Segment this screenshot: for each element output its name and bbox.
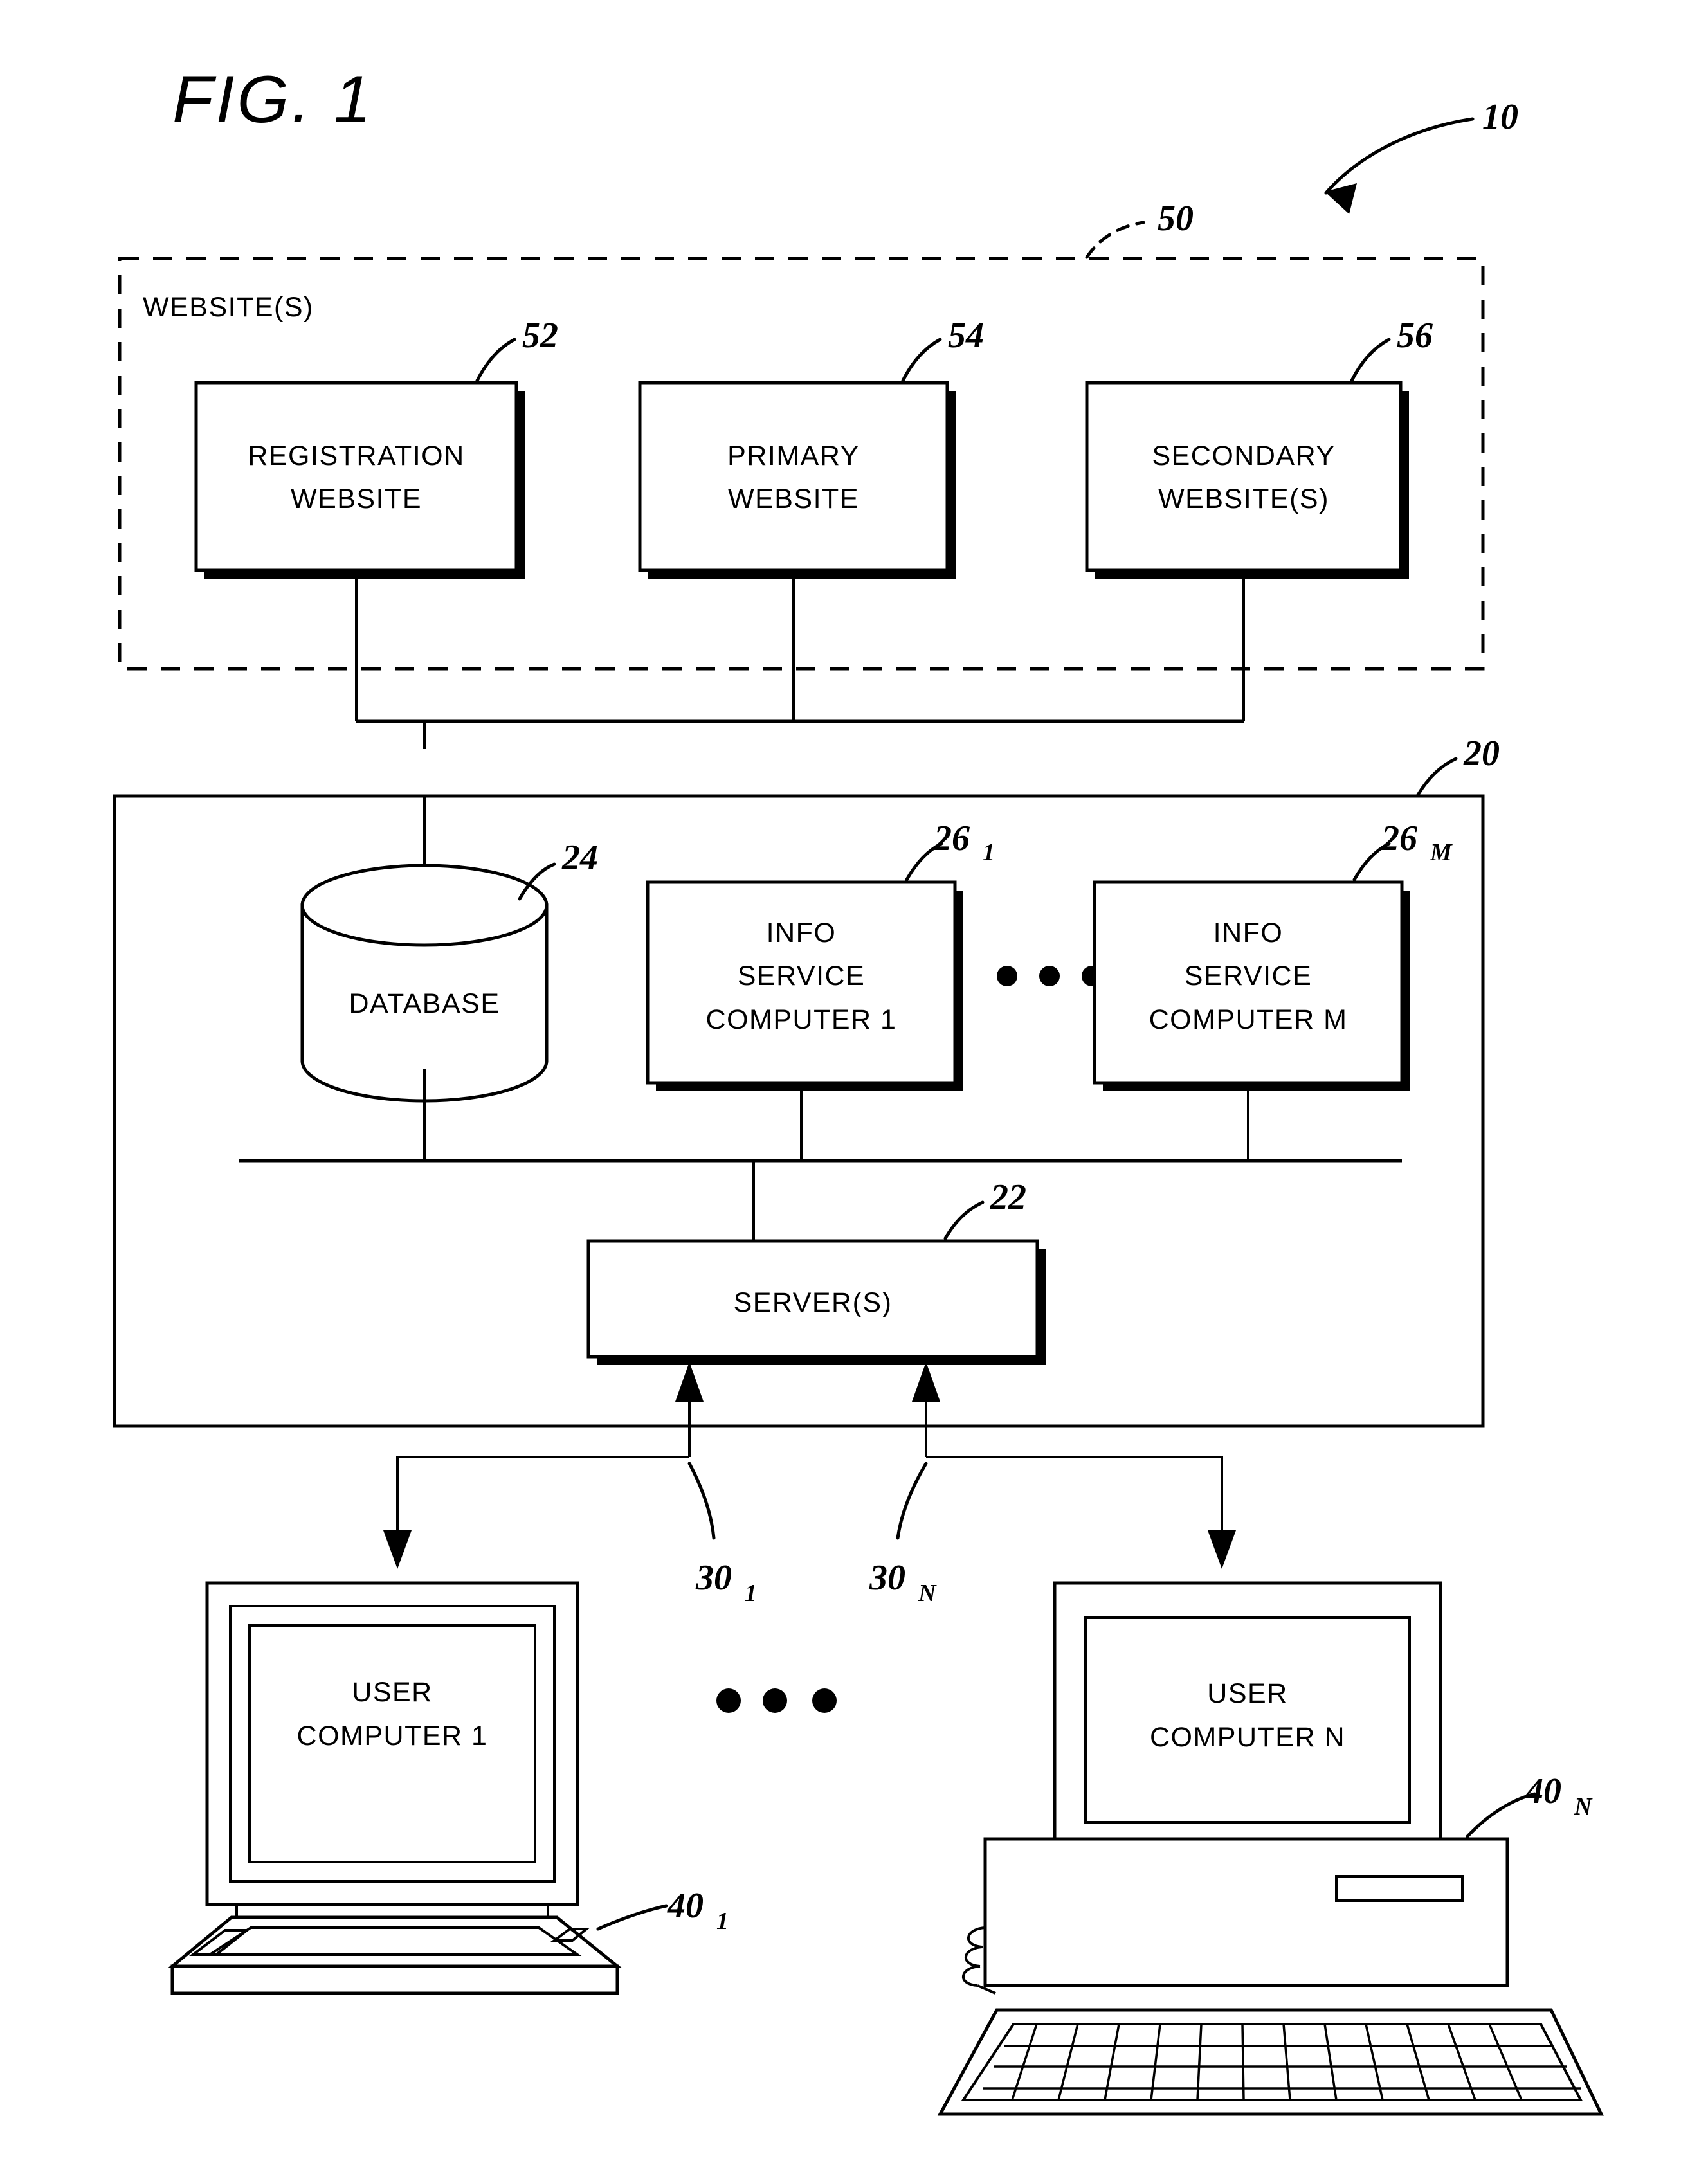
server-box[interactable]: SERVER(S) bbox=[586, 1239, 1046, 1365]
info-service-ellipsis bbox=[997, 966, 1102, 986]
ref-26-1: 26 bbox=[933, 819, 970, 858]
ref-26-m: 26 bbox=[1381, 819, 1417, 858]
system-10-callout: 10 bbox=[1324, 97, 1518, 214]
ref-20: 20 bbox=[1463, 734, 1500, 774]
ref-40-1-callout: 40 1 bbox=[596, 1886, 729, 1935]
ref-40-n-callout: 40 N bbox=[1466, 1771, 1593, 1838]
database-label: DATABASE bbox=[349, 988, 500, 1019]
secondary-website-line1: SECONDARY bbox=[1152, 440, 1335, 471]
server-label: SERVER(S) bbox=[734, 1287, 893, 1318]
user-computer-n-line1: USER bbox=[1207, 1678, 1287, 1709]
system-group-20: 20 DATABASE 24 INFO SERVICE COMPUTER 1 2… bbox=[113, 734, 1500, 1428]
ref-40-1: 40 bbox=[667, 1886, 704, 1926]
primary-website-box[interactable]: PRIMARY WEBSITE bbox=[638, 381, 956, 579]
info-service-m-line3: COMPUTER M bbox=[1149, 1004, 1348, 1035]
info-service-1-line2: SERVICE bbox=[738, 961, 866, 991]
websites-group: WEBSITE(S) 50 REGISTRATION WEBSITE 52 PR… bbox=[118, 199, 1485, 671]
primary-website-line2: WEBSITE bbox=[728, 484, 859, 514]
database-cylinder[interactable]: DATABASE bbox=[300, 864, 549, 1103]
registration-website-line2: WEBSITE bbox=[291, 484, 422, 514]
ref-40-1-subscript: 1 bbox=[716, 1908, 729, 1935]
info-service-computer-1-box[interactable]: INFO SERVICE COMPUTER 1 bbox=[646, 880, 963, 1091]
ref-30-1-subscript: 1 bbox=[745, 1580, 757, 1607]
primary-website-line1: PRIMARY bbox=[727, 440, 860, 471]
patent-figure: FIG. 1 10 WEBSITE(S) 50 REGISTRATION WEB… bbox=[0, 0, 1708, 2163]
ref-56-callout: 56 bbox=[1350, 316, 1433, 383]
user-computer-1-laptop[interactable]: USER COMPUTER 1 40 1 bbox=[168, 1581, 729, 1995]
user-computer-1-line2: COMPUTER 1 bbox=[297, 1721, 488, 1751]
ref-50: 50 bbox=[1158, 199, 1194, 239]
secondary-website-box[interactable]: SECONDARY WEBSITE(S) bbox=[1085, 381, 1409, 579]
info-service-m-line1: INFO bbox=[1213, 918, 1284, 948]
ref-40-n: 40 bbox=[1525, 1771, 1561, 1811]
info-service-1-line1: INFO bbox=[767, 918, 837, 948]
info-service-m-line2: SERVICE bbox=[1185, 961, 1313, 991]
registration-website-line1: REGISTRATION bbox=[248, 440, 464, 471]
ref-26-m-subscript: M bbox=[1430, 839, 1453, 866]
info-service-1-line3: COMPUTER 1 bbox=[706, 1004, 897, 1035]
user-computers-ellipsis bbox=[716, 1688, 837, 1713]
figure-title: FIG. 1 bbox=[172, 62, 374, 137]
ref-50-callout: 50 bbox=[1085, 199, 1194, 259]
ref-10: 10 bbox=[1482, 97, 1518, 137]
websites-group-label: WEBSITE(S) bbox=[143, 292, 314, 323]
ref-40-n-subscript: N bbox=[1574, 1793, 1593, 1820]
connection-30-n: 30 N bbox=[869, 1362, 1236, 1607]
ref-26-m-callout: 26 M bbox=[1352, 819, 1453, 882]
ref-20-callout: 20 bbox=[1416, 734, 1500, 797]
ref-30-1-callout: 30 1 bbox=[687, 1462, 757, 1607]
user-computer-1-line1: USER bbox=[352, 1677, 432, 1708]
ref-30-n-subscript: N bbox=[918, 1580, 937, 1607]
user-computer-n-desktop[interactable]: USER COMPUTER N 40 N bbox=[937, 1581, 1604, 2116]
user-computer-n-line2: COMPUTER N bbox=[1150, 1722, 1345, 1753]
ref-24: 24 bbox=[561, 838, 598, 878]
connection-30-1: 30 1 bbox=[383, 1362, 757, 1607]
ref-56: 56 bbox=[1397, 316, 1433, 356]
secondary-website-line2: WEBSITE(S) bbox=[1158, 484, 1329, 514]
ref-30-n: 30 bbox=[869, 1558, 905, 1598]
registration-website-box[interactable]: REGISTRATION WEBSITE bbox=[194, 381, 525, 579]
ref-54: 54 bbox=[948, 316, 984, 356]
ref-26-1-callout: 26 1 bbox=[905, 819, 995, 882]
ref-22-callout: 22 bbox=[943, 1177, 1026, 1240]
figure-canvas: FIG. 1 10 WEBSITE(S) 50 REGISTRATION WEB… bbox=[113, 62, 1604, 2116]
ref-26-1-subscript: 1 bbox=[983, 839, 995, 866]
ref-30-n-callout: 30 N bbox=[869, 1462, 937, 1607]
info-service-computer-m-box[interactable]: INFO SERVICE COMPUTER M bbox=[1093, 880, 1410, 1091]
ref-52: 52 bbox=[522, 316, 558, 356]
ref-30-1: 30 bbox=[695, 1558, 732, 1598]
website-connection-bus bbox=[355, 571, 1245, 749]
ref-22: 22 bbox=[990, 1177, 1026, 1217]
ref-52-callout: 52 bbox=[475, 316, 558, 383]
ref-54-callout: 54 bbox=[901, 316, 984, 383]
